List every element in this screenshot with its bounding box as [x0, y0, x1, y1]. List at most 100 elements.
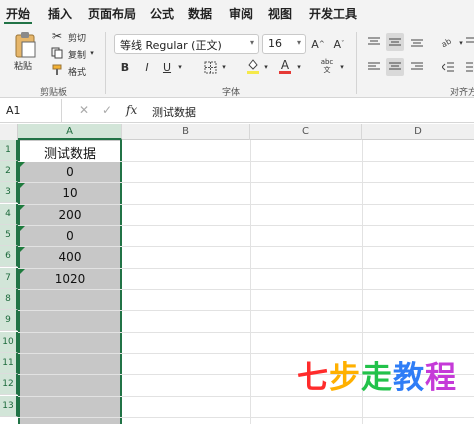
format-painter-button[interactable]: 格式 [68, 65, 86, 78]
underline-dropdown-icon[interactable]: ▾ [176, 61, 184, 73]
paste-label: 粘贴 [14, 62, 33, 72]
row-header[interactable]: 12 [0, 374, 18, 395]
ribbon: 粘贴 ✂ 剪切 复制 ▾ 格式 剪贴板 等线 Regular (正文) ▾ 16… [0, 26, 474, 98]
underline-button[interactable]: U [160, 59, 174, 75]
column-header-c[interactable]: C [250, 124, 362, 140]
cell-a4[interactable]: 200 [20, 205, 120, 226]
formula-bar: A1 ✕ ✓ fx 测试数据 [0, 99, 474, 123]
borders-dropdown-icon[interactable]: ▾ [220, 61, 228, 73]
font-color-button[interactable]: A [278, 57, 292, 75]
alignment-group-label: 对齐方 [450, 88, 474, 98]
confirm-icon[interactable]: ✓ [102, 103, 112, 117]
watermark-char: 教 [393, 360, 425, 396]
tab-page-layout[interactable]: 页面布局 [88, 5, 136, 22]
decrease-indent-icon[interactable] [440, 59, 456, 75]
cell-a1[interactable]: 测试数据 [20, 141, 120, 162]
align-right-icon[interactable] [409, 59, 425, 75]
error-indicator-icon[interactable] [20, 247, 25, 252]
fill-color-icon[interactable] [245, 57, 261, 75]
bold-button[interactable]: B [118, 59, 132, 75]
align-center-icon[interactable] [386, 58, 404, 76]
tab-data[interactable]: 数据 [188, 5, 212, 22]
gridline [18, 332, 474, 333]
phonetic-guide-button[interactable]: abc 文 [318, 57, 336, 75]
wrap-text-icon[interactable] [466, 34, 474, 50]
tab-review[interactable]: 审阅 [229, 5, 253, 22]
cell-a3[interactable]: 10 [20, 183, 120, 204]
gridline [18, 310, 474, 311]
tab-formulas[interactable]: 公式 [150, 5, 174, 22]
row-header[interactable]: 7 [0, 268, 18, 289]
column-header-d[interactable]: D [362, 124, 474, 140]
align-middle-icon[interactable] [386, 33, 404, 51]
chevron-down-icon: ▾ [249, 38, 254, 47]
font-size-value: 16 [268, 37, 282, 50]
name-box[interactable]: A1 [0, 99, 62, 122]
align-top-icon[interactable] [366, 34, 382, 50]
font-size-select[interactable]: 16 ▾ [262, 34, 306, 54]
chevron-down-icon: ▾ [296, 38, 301, 47]
error-indicator-icon[interactable] [20, 162, 25, 167]
row-header[interactable]: 4 [0, 204, 18, 225]
row-header[interactable]: 2 [0, 161, 18, 182]
row-header[interactable]: 10 [0, 332, 18, 353]
row-header[interactable]: 8 [0, 289, 18, 310]
row-header[interactable]: 13 [0, 396, 18, 417]
fill-color-dropdown-icon[interactable]: ▾ [262, 61, 270, 73]
cell-a2[interactable]: 0 [20, 162, 120, 183]
error-indicator-icon[interactable] [20, 183, 25, 188]
align-bottom-icon[interactable] [409, 34, 425, 50]
copy-dropdown-icon[interactable]: ▾ [88, 48, 96, 58]
paste-button[interactable] [8, 30, 42, 60]
scissors-icon[interactable]: ✂ [50, 29, 64, 43]
align-left-icon[interactable] [366, 59, 382, 75]
error-indicator-icon[interactable] [20, 226, 25, 231]
column-header-row: A B C D [0, 124, 474, 140]
watermark-char: 步 [329, 360, 361, 396]
orientation-icon[interactable]: ab [440, 34, 456, 50]
font-name-select[interactable]: 等线 Regular (正文) ▾ [114, 34, 259, 54]
cell-a7[interactable]: 1020 [20, 269, 120, 290]
select-all-corner[interactable] [0, 124, 18, 140]
increase-font-size-button[interactable]: A ^ [310, 36, 326, 52]
copy-icon[interactable] [50, 46, 64, 60]
clipboard-group-label: 剪贴板 [40, 88, 68, 98]
row-header[interactable]: 6 [0, 246, 18, 267]
phonetic-dropdown-icon[interactable]: ▾ [338, 61, 346, 73]
tab-view[interactable]: 视图 [268, 5, 292, 22]
ribbon-separator [356, 32, 357, 94]
gridline [18, 417, 474, 418]
ribbon-tabs: 开始 插入 页面布局 公式 数据 审阅 视图 开发工具 [0, 0, 474, 26]
tab-insert[interactable]: 插入 [48, 5, 72, 22]
error-indicator-icon[interactable] [20, 205, 25, 210]
insert-function-button[interactable]: fx [126, 103, 137, 117]
row-header[interactable]: 3 [0, 182, 18, 203]
row-header[interactable]: 5 [0, 225, 18, 246]
cancel-icon[interactable]: ✕ [79, 103, 89, 117]
row-header[interactable]: 1 [0, 140, 18, 161]
borders-icon[interactable] [202, 59, 218, 75]
formula-input[interactable]: 测试数据 [152, 104, 196, 120]
watermark-char: 七 [297, 360, 329, 396]
font-color-dropdown-icon[interactable]: ▾ [295, 61, 303, 73]
column-header-b[interactable]: B [122, 124, 250, 140]
orientation-dropdown-icon[interactable]: ▾ [457, 37, 465, 49]
watermark-char: 走 [361, 360, 393, 396]
cut-button[interactable]: 剪切 [68, 31, 86, 44]
watermark-logo: 七步走教程 [297, 352, 457, 397]
tab-home[interactable]: 开始 [6, 5, 30, 22]
format-painter-icon[interactable] [50, 63, 64, 77]
cell-a5[interactable]: 0 [20, 226, 120, 247]
copy-button[interactable]: 复制 [68, 48, 86, 61]
increase-indent-icon[interactable] [460, 59, 474, 75]
cell-a6[interactable]: 400 [20, 247, 120, 268]
row-header[interactable]: 9 [0, 310, 18, 331]
font-color-swatch [279, 70, 291, 74]
decrease-font-size-button[interactable]: Aˇ [331, 36, 347, 52]
italic-button[interactable]: I [140, 59, 154, 75]
font-name-value: 等线 Regular (正文) [120, 39, 222, 52]
tab-developer[interactable]: 开发工具 [309, 5, 357, 22]
row-header[interactable]: 11 [0, 353, 18, 374]
column-header-a[interactable]: A [18, 124, 122, 140]
error-indicator-icon[interactable] [20, 269, 25, 274]
